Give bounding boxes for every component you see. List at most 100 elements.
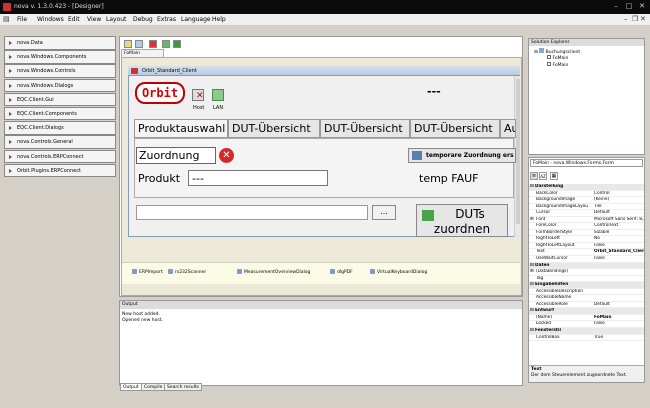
collapse-icon[interactable]: ⊟ [530, 328, 534, 334]
toolbox-item[interactable]: Orbit.Plugins.ERPConnect [4, 163, 116, 178]
host-icon[interactable]: ✕ [192, 89, 204, 101]
property-value[interactable]: FoMain [594, 315, 644, 321]
mdi-restore-icon[interactable]: ❐ [632, 15, 638, 23]
collapse-icon[interactable]: ⊟ [530, 308, 534, 314]
close-button[interactable]: ✕ [636, 2, 648, 11]
toolbox-item[interactable]: nova.Windows.Components [4, 50, 116, 64]
mdi-close-icon[interactable]: ✕ [640, 15, 646, 23]
property-value[interactable]: True [594, 335, 644, 341]
alphabetical-icon[interactable]: AZ [539, 172, 547, 180]
export-icon[interactable] [162, 40, 170, 48]
property-value[interactable]: Microsoft Sans Serif; 8,25pt [594, 217, 644, 223]
property-row[interactable]: ControlBox True [529, 335, 644, 342]
property-value[interactable]: Tile [594, 204, 644, 210]
tab-output[interactable]: Output [120, 383, 142, 391]
main-tabs: Produktauswahl DUT-Übersicht DUT-Übersic… [134, 119, 516, 138]
tab-dut-uebersicht[interactable]: DUT-Übersicht [320, 119, 410, 138]
tab-search-results[interactable]: Search results [164, 383, 202, 391]
expand-icon[interactable]: ⊞ [530, 269, 534, 275]
tray-component[interactable]: MeasurementOverviewDialog [237, 269, 310, 275]
property-name: Font [536, 216, 546, 222]
menu-view[interactable]: View [87, 16, 101, 23]
assign-duts-button[interactable]: DUTs zuordnen [416, 204, 508, 237]
mdi-minimize-icon[interactable]: – [624, 15, 628, 23]
component-tray: ERPImport rs232Scanner MeasurementOvervi… [122, 262, 520, 284]
form-title: Orbit_Standard_Client [128, 66, 520, 76]
tray-component-label: dlgPDF [337, 270, 353, 275]
toolbox-item[interactable]: EQC.Client.Gui [4, 92, 116, 107]
tray-component[interactable]: ERPImport [132, 269, 163, 275]
toolbox-item[interactable]: nova.Windows.Dialogs [4, 78, 116, 93]
scrollbar-thumb[interactable] [516, 79, 520, 224]
tray-component[interactable]: dlgPDF [330, 269, 353, 275]
menu-layout[interactable]: Layout [106, 16, 126, 23]
property-value[interactable]: Orbit_Standard_Client [594, 249, 644, 255]
property-value[interactable]: (Keine) [594, 197, 644, 203]
maximize-button[interactable]: □ [623, 2, 635, 11]
property-value[interactable]: No [594, 236, 644, 242]
solution-child[interactable]: FoMain [547, 62, 568, 68]
toolbox-item[interactable]: EQC.Client.Components [4, 106, 116, 121]
solution-root[interactable]: ⊟ Buchungsclient [534, 48, 580, 55]
property-name: Darstellung [535, 184, 564, 189]
menu-extras[interactable]: Extras [157, 16, 176, 23]
solution-child[interactable]: FoMain [547, 55, 568, 61]
property-value[interactable]: Control [594, 191, 644, 197]
toolbox-item[interactable]: nova.Controls.General [4, 135, 116, 149]
collapse-icon[interactable]: ⊟ [530, 184, 534, 190]
property-grid[interactable]: ⊟ Darstellung BackColor Control BackgroundIm… [529, 184, 644, 364]
minimize-button[interactable]: – [610, 2, 622, 11]
toolbox-item[interactable]: nova.Windows.Controls [4, 64, 116, 78]
toolbox-item[interactable]: EQC.Client.Dialogs [4, 121, 116, 135]
property-value[interactable]: Sizable [594, 230, 644, 236]
document-tab[interactable]: FoMain [WinForm] [121, 49, 164, 63]
property-pages-icon[interactable]: ▦ [550, 172, 558, 180]
collapse-icon[interactable]: ⊟ [530, 263, 534, 269]
component-icon [132, 269, 137, 274]
tab-dut-uebersicht[interactable]: DUT-Übersicht [228, 119, 320, 138]
save-icon[interactable] [135, 40, 143, 48]
document-icon: ▤ [3, 15, 10, 23]
clear-error-icon[interactable]: ✕ [219, 148, 234, 163]
property-value[interactable]: Default [594, 302, 644, 308]
collapse-icon[interactable]: ⊟ [530, 282, 534, 288]
property-value[interactable]: False [594, 243, 644, 249]
property-value[interactable]: ControlText [594, 223, 644, 229]
open-icon[interactable] [124, 40, 132, 48]
host-label: Host [193, 105, 205, 111]
property-value[interactable]: Default [594, 210, 644, 216]
tab-more[interactable]: Au [500, 119, 516, 138]
property-value[interactable]: False [594, 256, 644, 262]
property-value[interactable]: False [594, 321, 644, 327]
toolbox-item[interactable]: nova.Data [4, 36, 116, 50]
tray-component[interactable]: rs232Scanner [168, 269, 206, 275]
produkt-field[interactable]: --- [188, 170, 328, 186]
menu-windows[interactable]: Windows [37, 16, 64, 23]
menu-bar: ▤ File Windows Edit View Layout Debug Ex… [0, 14, 650, 26]
menu-edit[interactable]: Edit [68, 16, 80, 23]
solution-explorer: Solution Explorer ⊟ Buchungsclient FoMai… [528, 38, 645, 155]
toolbox-item[interactable]: nova.Controls.ERPConnect [4, 149, 116, 163]
lan-label: LAN [213, 105, 224, 111]
expand-icon[interactable]: ⊞ [530, 217, 534, 223]
tray-component[interactable]: VirtualKeyboardDialog [370, 269, 427, 275]
property-name: BackgroundImageLayout [536, 203, 588, 209]
browse-button[interactable]: ... [372, 205, 396, 220]
lan-icon[interactable] [212, 89, 224, 101]
tray-component-label: VirtualKeyboardDialog [377, 270, 428, 275]
solution-child-label: FoMain [552, 63, 569, 68]
menu-help[interactable]: Help [212, 16, 226, 23]
run-icon[interactable] [173, 40, 181, 48]
scan-input[interactable] [136, 205, 368, 220]
menu-file[interactable]: File [17, 16, 27, 23]
categorized-icon[interactable]: ≡ [530, 172, 538, 180]
menu-debug[interactable]: Debug [133, 16, 153, 23]
tab-produktauswahl[interactable]: Produktauswahl [134, 119, 228, 138]
delete-icon[interactable] [149, 40, 157, 48]
component-selector[interactable]: FoMain - nova.Windows.Forms.Form [530, 159, 643, 167]
zuordnung-field[interactable]: Zuordnung [136, 147, 216, 164]
menu-language[interactable]: Language [181, 16, 211, 23]
tab-compile[interactable]: Compile [141, 383, 166, 391]
temp-assign-button[interactable]: temporare Zuordnung ers [408, 148, 516, 163]
tab-dut-uebersicht[interactable]: DUT-Übersicht [410, 119, 500, 138]
